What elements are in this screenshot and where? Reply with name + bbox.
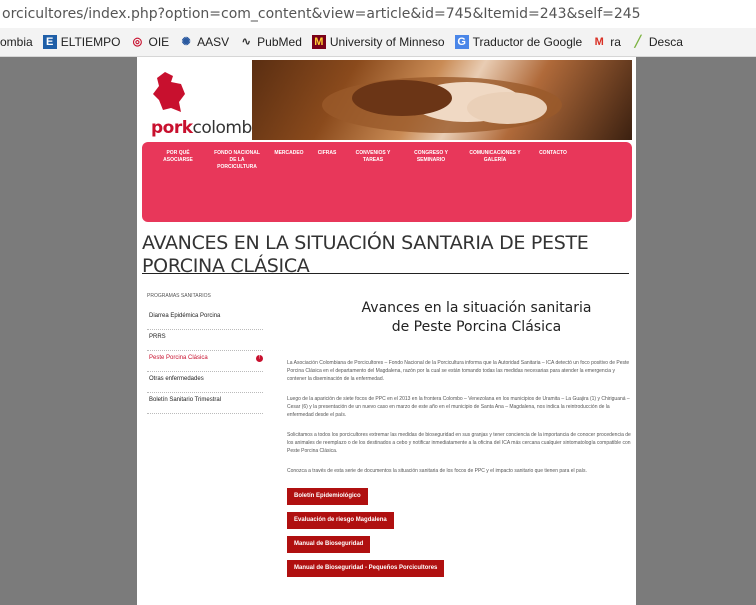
porkcolombia-logo[interactable]: porkcolombia: [145, 70, 266, 138]
bookmark-oie[interactable]: ◎ OIE: [130, 35, 169, 49]
bookmarks-bar: ombia E ELTIEMPO ◎ OIE ✺ AASV ∿ PubMed M…: [0, 28, 756, 57]
bookmark-label: AASV: [197, 35, 230, 49]
menu-item-contacto[interactable]: Contacto: [530, 150, 576, 157]
bookmark-pubmed[interactable]: ∿ PubMed: [239, 35, 302, 49]
bookmark-download[interactable]: ╱ Desca: [631, 35, 683, 49]
sidebar-item-label: PRRS: [149, 334, 166, 340]
sidebar-item-label: Otras enfermedades: [149, 376, 204, 382]
site-header: porkcolombia: [142, 60, 632, 140]
colombia-map-icon: [153, 72, 185, 112]
bookmark-label: ra: [610, 35, 621, 49]
sidebar-item-otras[interactable]: Otras enfermedades: [147, 372, 263, 393]
eltiempo-icon: E: [42, 35, 57, 49]
menu-item-mercadeo[interactable]: Mercadeo: [268, 150, 310, 157]
page-title: AVANCES EN LA SITUACIÓN SANTARIA DE PEST…: [142, 232, 589, 277]
evaluacion-riesgo-button[interactable]: Evaluación de riesgo Magdalena: [287, 512, 394, 529]
sidebar-heading: Programas sanitarios: [147, 293, 211, 299]
address-bar[interactable]: orcicultores/index.php?option=com_conten…: [0, 0, 756, 28]
bookmark-label: Traductor de Google: [472, 35, 583, 49]
university-icon: M: [311, 35, 326, 49]
sidebar-item-boletin[interactable]: Boletín Sanitario Trimestral: [147, 393, 263, 414]
bookmark-colombia[interactable]: ombia: [0, 35, 33, 49]
bookmark-label: University of Minneso: [329, 35, 445, 49]
bookmark-label: PubMed: [257, 35, 302, 49]
active-indicator-icon: !: [256, 355, 263, 362]
boletin-epidemiologico-button[interactable]: Boletín Epidemiológico: [287, 488, 368, 505]
logo-text: porkcolombia: [151, 118, 266, 138]
manual-bioseguridad-button[interactable]: Manual de Bioseguridad: [287, 536, 371, 553]
bookmark-label: ELTIEMPO: [60, 35, 121, 49]
sidebar-item-diarrea[interactable]: Diarrea Epidémica Porcina: [147, 309, 263, 330]
manual-bioseguridad-pequenos-button[interactable]: Manual de Bioseguridad - Pequeños Porcic…: [287, 560, 445, 577]
menu-item-congreso[interactable]: Congreso y seminario: [402, 150, 460, 164]
oie-icon: ◎: [132, 36, 143, 48]
bookmark-translate[interactable]: G Traductor de Google: [454, 35, 583, 49]
menu-item-por-que-asociarse[interactable]: Por qué asociarse: [142, 150, 206, 164]
bookmark-label: ombia: [0, 35, 33, 49]
article-paragraph: Luego de la aparición de siete focos de …: [287, 396, 630, 418]
article-paragraph: La Asociación Colombiana de Porcicultore…: [287, 360, 630, 382]
sidebar: Programas sanitarios Diarrea Epidémica P…: [147, 293, 267, 414]
article-title: Avances en la situación sanitaria de Pes…: [339, 299, 614, 337]
aasv-icon: ✺: [181, 36, 191, 48]
bookmark-gmail[interactable]: M ra: [592, 35, 621, 49]
article-paragraph: Conozca a través de esta serie de docume…: [287, 468, 587, 474]
article-content: Avances en la situación sanitaria de Pes…: [287, 299, 632, 577]
bookmark-label: OIE: [148, 35, 170, 49]
main-menu: Por qué asociarse Fondo Nacional de la P…: [142, 142, 632, 222]
menu-item-convenios[interactable]: Convenios y tareas: [344, 150, 402, 164]
download-icon: ╱: [634, 36, 642, 48]
sidebar-item-peste-porcina[interactable]: Peste Porcina Clásica !: [147, 351, 263, 372]
bookmark-eltiempo[interactable]: E ELTIEMPO: [42, 35, 121, 49]
menu-item-cifras[interactable]: Cifras: [310, 150, 344, 157]
url-text: orcicultores/index.php?option=com_conten…: [2, 6, 641, 22]
sidebar-item-label: Peste Porcina Clásica: [149, 355, 208, 361]
bookmark-label: Desca: [648, 35, 683, 49]
article-paragraph: Solicitamos a todos los porcicultores ex…: [287, 432, 631, 454]
title-divider: [142, 273, 629, 274]
translate-icon: G: [454, 35, 469, 49]
pubmed-icon: ∿: [241, 36, 251, 48]
menu-item-fondo-nacional[interactable]: Fondo Nacional de la Porcicultura: [206, 150, 268, 171]
sidebar-item-prrs[interactable]: PRRS: [147, 330, 263, 351]
bookmark-aasv[interactable]: ✺ AASV: [179, 35, 230, 49]
article-title-line2: de Peste Porcina Clásica: [391, 319, 562, 335]
article-title-line1: Avances en la situación sanitaria: [361, 300, 592, 316]
sidebar-item-label: Diarrea Epidémica Porcina: [149, 313, 221, 319]
web-page: porkcolombia Por qué asociarse Fondo Nac…: [137, 57, 636, 605]
bookmark-university[interactable]: M University of Minneso: [311, 35, 445, 49]
browser-viewport: porkcolombia Por qué asociarse Fondo Nac…: [0, 57, 756, 605]
sidebar-item-label: Boletín Sanitario Trimestral: [149, 397, 222, 403]
gmail-icon: M: [594, 36, 604, 48]
header-photo: [252, 60, 632, 140]
pork-roast-image: [322, 77, 562, 133]
menu-item-comunicaciones[interactable]: Comunicaciones y galería: [460, 150, 530, 164]
